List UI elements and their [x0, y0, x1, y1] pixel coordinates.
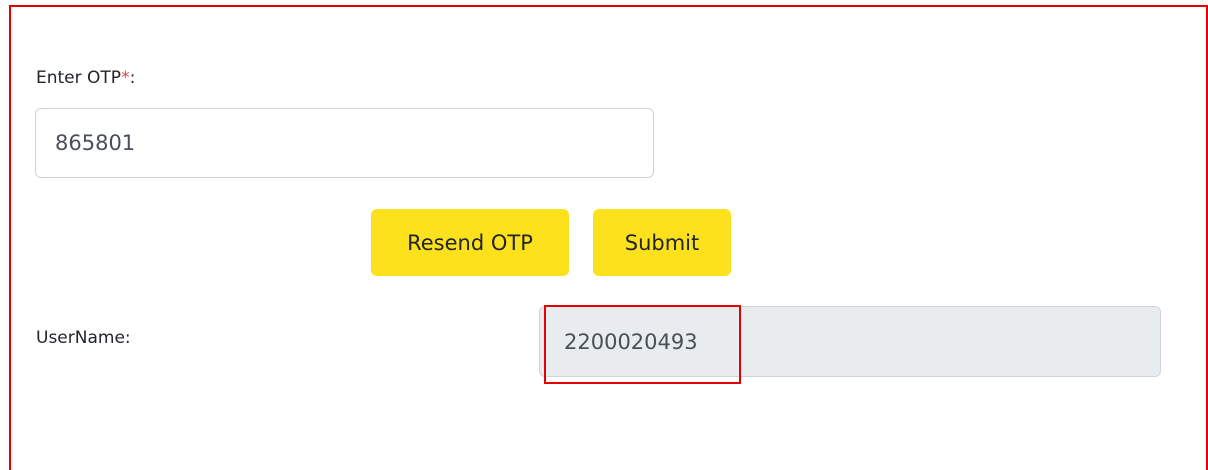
submit-button[interactable]: Submit [593, 209, 731, 276]
required-marker: * [121, 68, 130, 88]
otp-label-text: Enter OTP [36, 68, 122, 88]
otp-input[interactable] [35, 108, 654, 178]
username-field [539, 306, 1161, 377]
otp-label: Enter OTP*: [36, 66, 135, 90]
username-label: UserName: [36, 328, 131, 348]
otp-label-suffix: : [129, 68, 136, 88]
resend-otp-button[interactable]: Resend OTP [371, 209, 569, 276]
